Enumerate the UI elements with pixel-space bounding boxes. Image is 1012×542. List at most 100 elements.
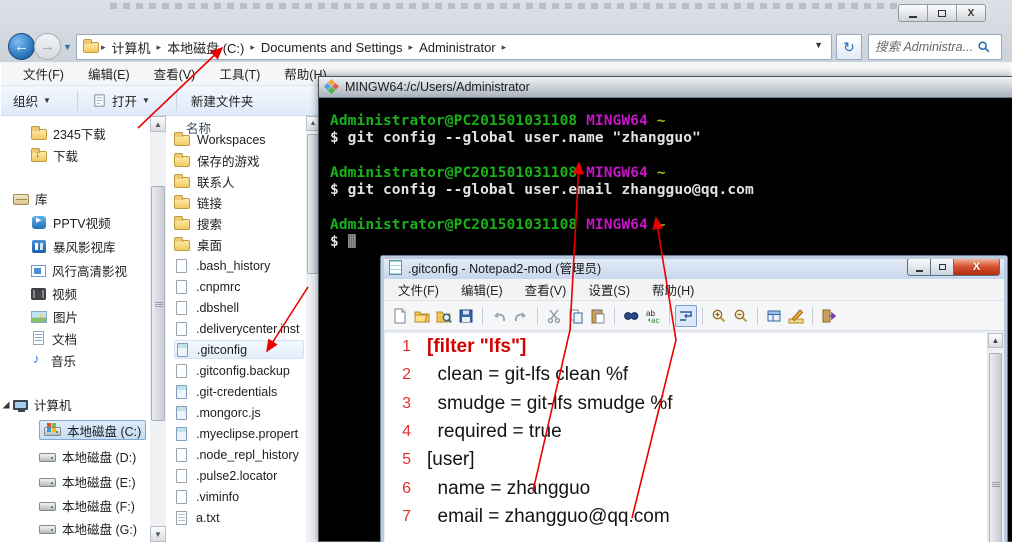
open-button[interactable]: 打开▼ <box>92 91 150 110</box>
sidebar-item[interactable]: 本地磁盘 (F:) <box>39 495 135 515</box>
search-input[interactable] <box>873 39 977 55</box>
file-list-item[interactable]: .gitconfig.backup <box>174 361 304 380</box>
file-list-item[interactable]: .mongorc.js <box>174 403 304 422</box>
exit-icon[interactable] <box>818 305 840 327</box>
new-file-icon[interactable] <box>389 305 411 327</box>
editor-content[interactable]: 1[filter "lfs"]2 clean = git-lfs clean %… <box>385 333 987 542</box>
minimize-icon[interactable] <box>898 4 928 22</box>
sidebar-item[interactable]: 文档 <box>31 328 77 348</box>
editor-line[interactable]: 2 clean = git-lfs clean %f <box>385 361 987 389</box>
schemes-icon[interactable] <box>763 305 785 327</box>
sidebar-item[interactable]: 本地磁盘 (G:) <box>39 518 137 538</box>
refresh-icon[interactable]: ↻ <box>836 34 862 60</box>
back-button[interactable]: ← <box>8 33 35 60</box>
sidebar-item[interactable]: 计算机 <box>13 394 72 414</box>
file-list-item[interactable]: .pulse2.locator <box>174 466 304 485</box>
file-list-item[interactable]: 链接 <box>174 193 304 212</box>
file-list-item[interactable]: .dbshell <box>174 298 304 317</box>
file-list-item[interactable]: 联系人 <box>174 172 304 191</box>
search-icon[interactable] <box>977 40 991 54</box>
editor-scrollbar[interactable]: ▲ <box>987 333 1003 542</box>
file-list-item[interactable]: 搜索 <box>174 214 304 233</box>
paste-icon[interactable] <box>587 305 609 327</box>
history-dropdown-icon[interactable]: ▼ <box>63 42 72 52</box>
file-list-item[interactable]: .node_repl_history <box>174 445 304 464</box>
breadcrumb-item[interactable]: Administrator <box>413 40 502 55</box>
file-list-item[interactable]: .deliverycenter.inst <box>174 319 304 338</box>
browse-icon[interactable] <box>433 305 455 327</box>
find-icon[interactable] <box>620 305 642 327</box>
file-list-item[interactable]: .git-credentials <box>174 382 304 401</box>
menu-item[interactable]: 查看(V) <box>142 61 208 86</box>
scroll-up-icon[interactable]: ▲ <box>988 333 1003 348</box>
address-bar[interactable]: ▸计算机▸本地磁盘 (C:)▸Documents and Settings▸Ad… <box>76 34 832 60</box>
file-list-item[interactable]: .gitconfig <box>174 340 304 359</box>
minimize-icon[interactable] <box>907 258 931 276</box>
file-list-item[interactable]: .cnpmrc <box>174 277 304 296</box>
sidebar-item[interactable]: 本地磁盘 (E:) <box>39 471 136 491</box>
sidebar-item[interactable]: 风行高清影视 <box>31 260 127 280</box>
maximize-icon[interactable] <box>930 258 954 276</box>
scroll-up-icon[interactable]: ▲ <box>150 116 166 132</box>
open-file-icon[interactable] <box>411 305 433 327</box>
new-folder-button[interactable]: 新建文件夹 <box>191 91 254 110</box>
forward-button[interactable]: → <box>34 33 61 60</box>
file-list-item[interactable]: .viminfo <box>174 487 304 506</box>
menu-item[interactable]: 帮助(H) <box>641 278 705 301</box>
editor-line[interactable]: 6 name = zhangguo <box>385 474 987 502</box>
undo-icon[interactable] <box>488 305 510 327</box>
file-list-item[interactable]: 保存的游戏 <box>174 151 304 170</box>
menu-item[interactable]: 编辑(E) <box>450 278 514 301</box>
breadcrumb-item[interactable]: 计算机 <box>106 38 157 57</box>
editor-line[interactable]: 1[filter "lfs"] <box>385 333 987 361</box>
word-wrap-icon[interactable] <box>675 305 697 327</box>
zoom-in-icon[interactable] <box>708 305 730 327</box>
terminal-titlebar[interactable]: MINGW64:/c/Users/Administrator <box>319 77 1012 98</box>
sidebar-item[interactable]: ↓下载 <box>31 145 78 165</box>
sidebar-item[interactable]: 库 <box>13 188 48 208</box>
file-name: .myeclipse.propert <box>196 427 298 441</box>
sidebar-item[interactable]: 本地磁盘 (C:) <box>39 420 146 440</box>
scrollbar-thumb[interactable] <box>989 353 1002 542</box>
menu-item[interactable]: 工具(T) <box>207 61 272 86</box>
menu-item[interactable]: 文件(F) <box>11 61 76 86</box>
menu-item[interactable]: 编辑(E) <box>76 61 142 86</box>
customize-icon[interactable] <box>785 305 807 327</box>
close-icon[interactable]: X <box>956 4 986 22</box>
editor-line[interactable]: 3 smudge = git-lfs smudge %f <box>385 390 987 418</box>
save-icon[interactable] <box>455 305 477 327</box>
editor-line[interactable]: 5[user] <box>385 446 987 474</box>
menu-item[interactable]: 查看(V) <box>514 278 578 301</box>
breadcrumb-item[interactable]: 本地磁盘 (C:) <box>161 38 250 57</box>
menu-item[interactable]: 文件(F) <box>387 278 450 301</box>
zoom-out-icon[interactable] <box>730 305 752 327</box>
sidebar-item[interactable]: PPTV视频 <box>31 212 111 232</box>
sidebar-item[interactable]: 图片 <box>31 306 78 326</box>
maximize-icon[interactable] <box>927 4 957 22</box>
cut-icon[interactable] <box>543 305 565 327</box>
editor-line[interactable]: 4 required = true <box>385 418 987 446</box>
scroll-down-icon[interactable]: ▼ <box>150 526 166 542</box>
redo-icon[interactable] <box>510 305 532 327</box>
scrollbar-thumb[interactable] <box>151 186 165 421</box>
file-list-item[interactable]: a.txt <box>174 508 304 527</box>
sidebar-scrollbar[interactable]: ▲ ▼ <box>150 116 166 542</box>
sidebar-item[interactable]: 视频 <box>31 283 77 303</box>
file-list-item[interactable]: Workspaces <box>174 130 304 149</box>
file-list-item[interactable]: .myeclipse.propert <box>174 424 304 443</box>
replace-icon[interactable]: abac <box>642 305 664 327</box>
file-list-item[interactable]: 桌面 <box>174 235 304 254</box>
close-icon[interactable]: X <box>953 258 1000 276</box>
sidebar-item[interactable]: 本地磁盘 (D:) <box>39 446 136 466</box>
copy-icon[interactable] <box>565 305 587 327</box>
file-list-item[interactable]: .bash_history <box>174 256 304 275</box>
organize-button[interactable]: 组织▼ <box>13 91 51 110</box>
sidebar-item[interactable]: 2345下载 <box>31 123 106 143</box>
editor-line[interactable]: 7 email = zhangguo@qq.com <box>385 503 987 531</box>
menu-item[interactable]: 设置(S) <box>577 278 641 301</box>
breadcrumb-item[interactable]: Documents and Settings <box>255 40 409 55</box>
expand-arrow-icon[interactable] <box>3 402 10 409</box>
sidebar-item[interactable]: 音乐 <box>31 350 76 370</box>
sidebar-item[interactable]: 暴风影视库 <box>31 236 116 256</box>
address-dropdown-icon[interactable]: ▼ <box>814 40 823 50</box>
